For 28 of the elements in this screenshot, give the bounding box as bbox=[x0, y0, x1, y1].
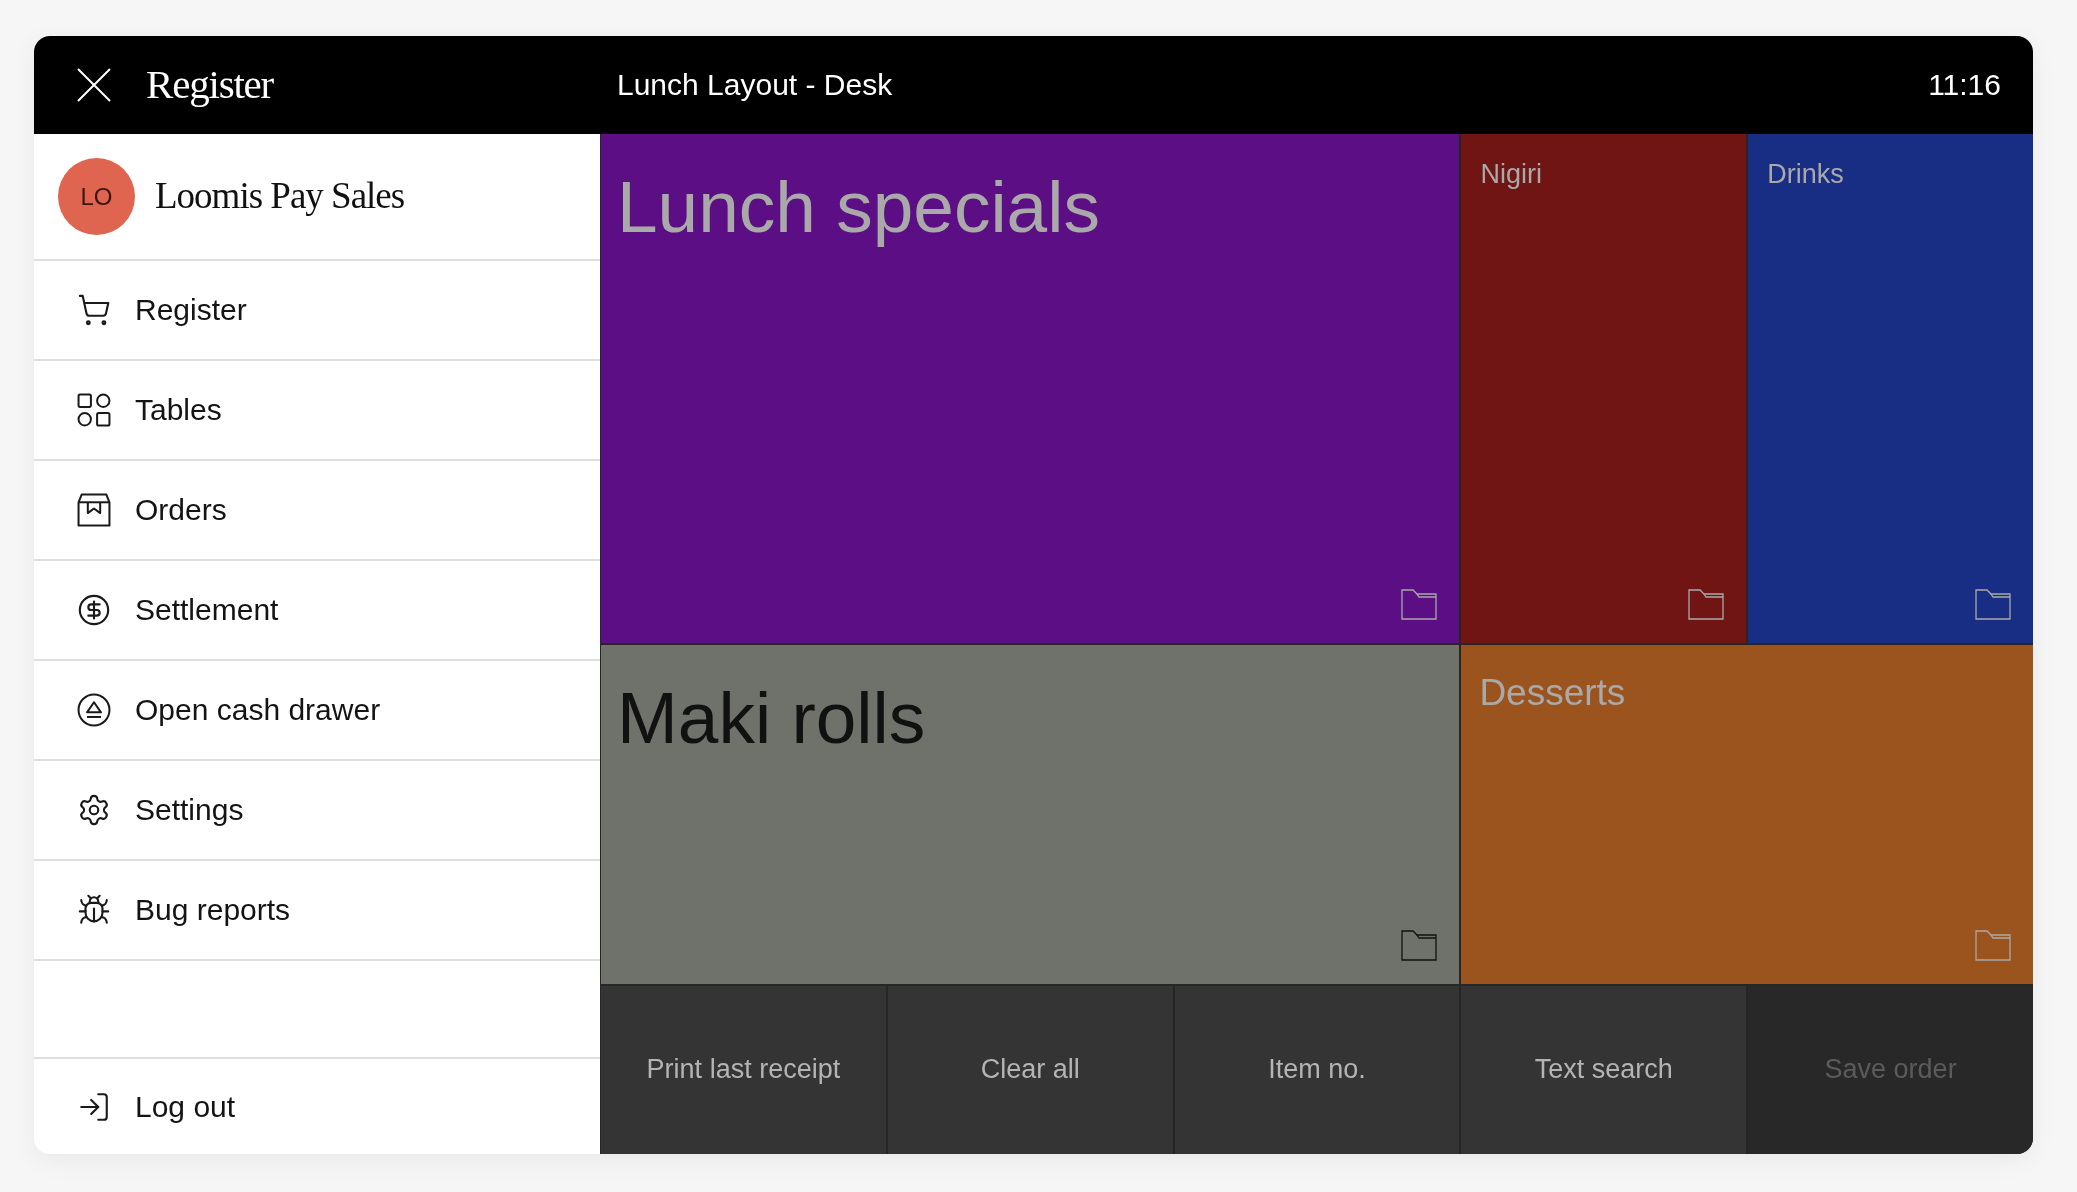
logout-item[interactable]: Log out bbox=[34, 1057, 600, 1154]
account-avatar: LO bbox=[58, 158, 135, 235]
bookmark-box-icon bbox=[77, 493, 111, 527]
action-button[interactable]: Clear all bbox=[887, 985, 1173, 1154]
cart-icon bbox=[77, 293, 111, 327]
action-button[interactable]: Print last receipt bbox=[601, 985, 886, 1154]
category-tile[interactable]: Lunch specials bbox=[601, 134, 1460, 643]
folder-icon bbox=[1688, 589, 1725, 620]
folder-icon bbox=[1975, 589, 2011, 620]
dollar-icon bbox=[77, 593, 111, 627]
folder-icon bbox=[1975, 929, 2011, 961]
squares-circles-icon bbox=[77, 393, 111, 427]
category-tile[interactable]: Nigiri bbox=[1461, 134, 1747, 643]
app-title: Register bbox=[146, 62, 274, 108]
close-icon bbox=[77, 68, 111, 102]
action-button[interactable]: Item no. bbox=[1174, 985, 1460, 1154]
clock-time: 11:16 bbox=[1928, 67, 2002, 103]
category-tile[interactable]: Drinks bbox=[1748, 134, 2033, 643]
folder-icon bbox=[1401, 929, 1438, 961]
category-tile[interactable]: Maki rolls bbox=[601, 645, 1460, 984]
layout-title: Lunch Layout - Desk bbox=[617, 67, 894, 103]
eject-icon bbox=[77, 693, 111, 727]
bug-icon bbox=[77, 893, 111, 927]
settings-icon bbox=[77, 793, 111, 827]
action-button[interactable]: Text search bbox=[1461, 985, 1747, 1154]
folder-icon bbox=[1401, 589, 1438, 620]
close-button[interactable] bbox=[77, 68, 111, 102]
account-name: Loomis Pay Sales bbox=[155, 176, 405, 217]
